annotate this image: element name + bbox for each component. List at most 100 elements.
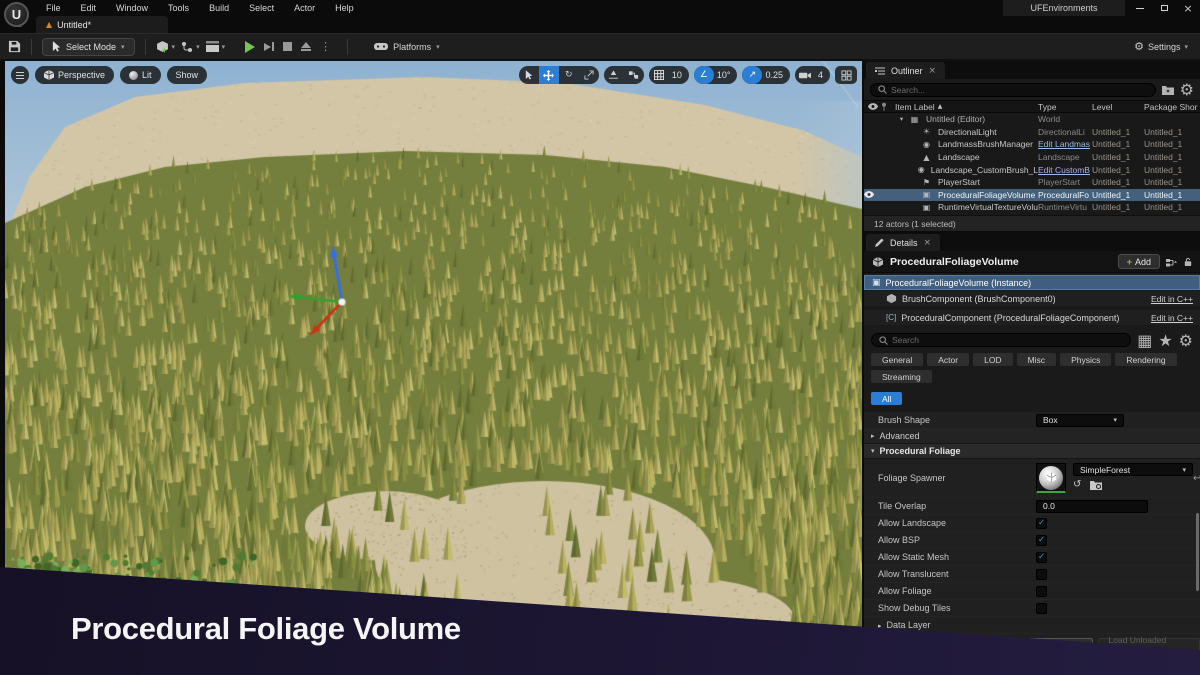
menu-build[interactable]: Build — [199, 3, 239, 13]
minimize-button[interactable] — [1128, 0, 1152, 16]
outliner-settings-gear-icon[interactable]: ⚙ — [1180, 80, 1194, 99]
foliage-spawner-dropdown[interactable]: SimpleForest ▾ — [1073, 463, 1193, 476]
outliner-row-landmassbrushmanager[interactable]: ◉ LandmassBrushManager Edit Landmas Untitle… — [864, 138, 1200, 151]
outliner-row-directionallight[interactable]: ☀ DirectionalLight DirectionalLi Untitled_1… — [864, 126, 1200, 139]
stop-button[interactable] — [283, 42, 293, 51]
filter-chip-physics[interactable]: Physics — [1060, 353, 1112, 366]
filter-chip-misc[interactable]: Misc — [1016, 353, 1057, 366]
reset-property-icon[interactable]: ↩ — [1193, 473, 1200, 484]
lit-dropdown[interactable]: Lit — [120, 66, 161, 84]
perspective-dropdown[interactable]: Perspective — [35, 66, 115, 84]
outliner-row-runtimevirtualtexturevolu[interactable]: ▣ RuntimeVirtualTextureVolu RuntimeVirtu Un… — [864, 201, 1200, 214]
property-data-layer[interactable]: ▸ Data Layer — [864, 617, 1200, 634]
outliner-row-playerstart[interactable]: ⚑ PlayerStart PlayerStart Untitled_1 Untitle… — [864, 176, 1200, 189]
outliner-tab[interactable]: Outliner × — [866, 62, 946, 79]
tile-overlap-input[interactable]: 0.0 — [1036, 499, 1148, 513]
details-scrollbar[interactable] — [1196, 513, 1199, 591]
pin-column-icon[interactable] — [881, 102, 895, 112]
rotate-tool-icon[interactable]: ↻ — [559, 66, 579, 84]
edit-in-cpp-link[interactable]: Edit in C++ — [1151, 294, 1193, 304]
rotation-snap-control[interactable]: ∠ 10° — [693, 66, 738, 84]
filter-chip-lod[interactable]: LOD — [973, 353, 1013, 366]
resimulate-button[interactable]: Resimulate — [1028, 638, 1093, 652]
foliage-spawner-thumbnail[interactable] — [1036, 463, 1066, 493]
component-row-procedural[interactable]: [C] ProceduralComponent (ProceduralFolia… — [864, 310, 1200, 325]
outliner-row-untitled-editor[interactable]: ▾ ▦ Untitled (Editor) World — [864, 113, 1200, 126]
column-level[interactable]: Level — [1092, 102, 1144, 112]
browse-asset-icon[interactable] — [1090, 480, 1103, 490]
outliner-search-input[interactable]: Search... — [870, 82, 1156, 97]
menu-actor[interactable]: Actor — [284, 3, 325, 13]
close-button[interactable]: × — [1176, 0, 1200, 16]
outliner-row-proceduralfoliagevolume[interactable]: ▣ ProceduralFoliageVolume ProceduralFo Unti… — [864, 188, 1200, 202]
save-button[interactable] — [8, 40, 21, 53]
component-row-instance[interactable]: ▣ ProceduralFoliageVolume (Instance) — [864, 275, 1200, 290]
grid-snap-control[interactable]: 10 — [648, 66, 689, 84]
allow-translucent-checkbox[interactable] — [1036, 568, 1047, 580]
platforms-dropdown[interactable]: Platforms ▾ — [374, 42, 440, 52]
details-tab[interactable]: Details × — [866, 234, 941, 251]
details-search-input[interactable]: Search — [871, 333, 1132, 347]
select-mode-dropdown[interactable]: Select Mode ▾ — [42, 37, 135, 56]
level-viewport[interactable]: Perspective Lit Show ↻ 10 ∠ 10° ↗ 0.25 4 — [5, 61, 862, 675]
filter-chip-actor[interactable]: Actor — [927, 353, 970, 366]
column-item-label[interactable]: Item Label ▲ — [895, 102, 1038, 112]
allow-bsp-checkbox[interactable]: ✓ — [1036, 534, 1047, 546]
level-tab[interactable]: ▲ Untitled* — [36, 16, 168, 33]
component-row-brush[interactable]: BrushComponent (BrushComponent0) Edit in… — [864, 291, 1200, 306]
menu-edit[interactable]: Edit — [71, 3, 107, 13]
menu-file[interactable]: File — [36, 3, 71, 13]
settings-dropdown[interactable]: ⚙ Settings ▾ — [1134, 40, 1188, 53]
cinematics-button[interactable]: ▾ — [205, 41, 225, 52]
show-dropdown[interactable]: Show — [166, 66, 208, 84]
surface-snap-icon[interactable] — [604, 66, 624, 84]
menu-tools[interactable]: Tools — [158, 3, 199, 13]
edit-in-cpp-link[interactable]: Edit in C++ — [1151, 313, 1193, 323]
menu-help[interactable]: Help — [325, 3, 364, 13]
allow-foliage-checkbox[interactable] — [1036, 585, 1047, 597]
scale-tool-icon[interactable] — [579, 66, 599, 84]
move-tool-icon[interactable] — [538, 66, 559, 84]
allow-landscape-checkbox[interactable]: ✓ — [1036, 517, 1047, 529]
display-grid-icon[interactable]: ▦ — [1137, 331, 1152, 350]
add-component-button[interactable]: + Add — [1117, 254, 1160, 269]
viewport-menu-button[interactable] — [11, 66, 29, 84]
category-procedural-foliage[interactable]: ▾ Procedural Foliage — [864, 444, 1200, 459]
lock-icon[interactable] — [1184, 257, 1192, 267]
category-advanced[interactable]: ▸ Advanced — [864, 429, 1200, 444]
filter-chip-all[interactable]: All — [871, 392, 903, 405]
socket-snap-icon[interactable] — [624, 66, 644, 84]
favorites-star-icon[interactable]: ★ — [1158, 331, 1172, 350]
close-tab-icon[interactable]: × — [929, 66, 937, 76]
allow-static-mesh-checkbox[interactable]: ✓ — [1036, 551, 1047, 563]
eject-button[interactable] — [301, 42, 312, 51]
visibility-eye-icon[interactable] — [864, 191, 881, 199]
blueprints-button[interactable]: ▾ — [181, 41, 200, 53]
skip-button[interactable] — [264, 42, 275, 51]
play-button[interactable] — [245, 40, 256, 53]
eye-column-icon[interactable] — [864, 102, 881, 112]
maximize-button[interactable] — [1152, 0, 1176, 16]
menu-window[interactable]: Window — [106, 3, 158, 13]
close-tab-icon[interactable]: × — [924, 238, 932, 248]
menu-select[interactable]: Select — [239, 3, 284, 13]
outliner-row-landscape-custombrush-l[interactable]: ◉ Landscape_CustomBrush_L Edit CustomB Unti… — [864, 163, 1200, 176]
maximize-viewport-button[interactable] — [835, 66, 857, 84]
viewport-scene[interactable] — [5, 61, 862, 675]
create-folder-icon[interactable] — [1161, 85, 1174, 95]
camera-speed-control[interactable]: 4 — [794, 66, 830, 84]
brush-shape-dropdown[interactable]: Box ▾ — [1036, 413, 1124, 427]
filter-chip-streaming[interactable]: Streaming — [871, 370, 932, 383]
use-selected-asset-icon[interactable]: ↺ — [1073, 479, 1081, 490]
play-options-kebab-icon[interactable]: ⋮ — [320, 40, 331, 53]
column-type[interactable]: Type — [1038, 102, 1092, 112]
filter-chip-rendering[interactable]: Rendering — [1115, 353, 1177, 366]
details-settings-gear-icon[interactable]: ⚙ — [1179, 331, 1193, 350]
column-package[interactable]: Package Shor — [1144, 102, 1200, 112]
load-unloaded-areas-button[interactable]: Load Unloaded Areas — [1097, 635, 1200, 655]
filter-chip-general[interactable]: General — [871, 353, 924, 366]
outliner-row-landscape[interactable]: ▲ Landscape Landscape Untitled_1 Untitled_1 — [864, 151, 1200, 164]
convert-blueprint-icon[interactable] — [1166, 257, 1178, 267]
show-debug-tiles-checkbox[interactable] — [1036, 602, 1047, 614]
add-actor-button[interactable]: + ▾ — [156, 40, 175, 55]
